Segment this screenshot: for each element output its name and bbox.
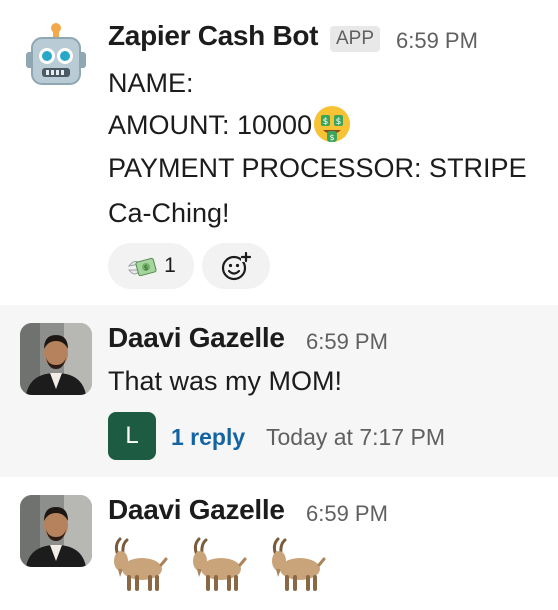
message-timestamp[interactable]: 6:59 PM	[306, 501, 388, 527]
robot-avatar-icon[interactable]	[20, 22, 92, 94]
message-text: That was my MOM!	[108, 366, 343, 396]
message-timestamp[interactable]: 6:59 PM	[306, 329, 388, 355]
add-reaction-icon	[219, 249, 253, 283]
message-line-amount: AMOUNT: 10000 $ $ $	[108, 104, 352, 147]
user-avatar[interactable]	[20, 495, 92, 567]
goat-icon	[108, 535, 168, 600]
sender-name[interactable]: Zapier Cash Bot	[108, 20, 319, 52]
amount-text: AMOUNT: 10000	[108, 110, 313, 140]
message-line-caching: Ca-Ching!	[108, 198, 230, 228]
goat-emoji-row	[108, 535, 338, 595]
svg-text:$: $	[144, 264, 148, 272]
money-with-wings-icon: $	[126, 250, 158, 282]
goat-icon	[187, 535, 247, 600]
svg-text:$: $	[323, 117, 329, 127]
svg-text:$: $	[330, 133, 335, 142]
sender-name[interactable]: Daavi Gazelle	[108, 494, 285, 526]
goat-icon	[266, 535, 326, 600]
message-timestamp[interactable]: 6:59 PM	[396, 28, 478, 54]
message-zapier-bot: Zapier Cash Bot APP 6:59 PM NAME: AMOUNT…	[0, 0, 558, 305]
message-daavi-thread: Daavi Gazelle 6:59 PM That was my MOM! L…	[0, 305, 558, 477]
message-line-name: NAME:	[108, 68, 194, 98]
app-badge: APP	[330, 26, 381, 52]
message-line-processor: PAYMENT PROCESSOR: STRIPE	[108, 153, 527, 183]
user-avatar[interactable]	[20, 323, 92, 395]
reaction-money-with-wings[interactable]: $ 1	[108, 243, 194, 289]
reaction-count: 1	[164, 254, 176, 277]
thread-reply-link[interactable]: 1 reply	[171, 424, 245, 451]
money-mouth-face-icon: $ $ $	[312, 104, 352, 144]
add-reaction-button[interactable]	[202, 243, 270, 289]
svg-text:$: $	[336, 117, 342, 127]
thread-last-reply-time: Today at 7:17 PM	[266, 424, 445, 450]
message-daavi-goats: Daavi Gazelle 6:59 PM	[0, 477, 558, 610]
thread-reply-avatar[interactable]: L	[108, 412, 156, 460]
sender-name[interactable]: Daavi Gazelle	[108, 322, 285, 354]
